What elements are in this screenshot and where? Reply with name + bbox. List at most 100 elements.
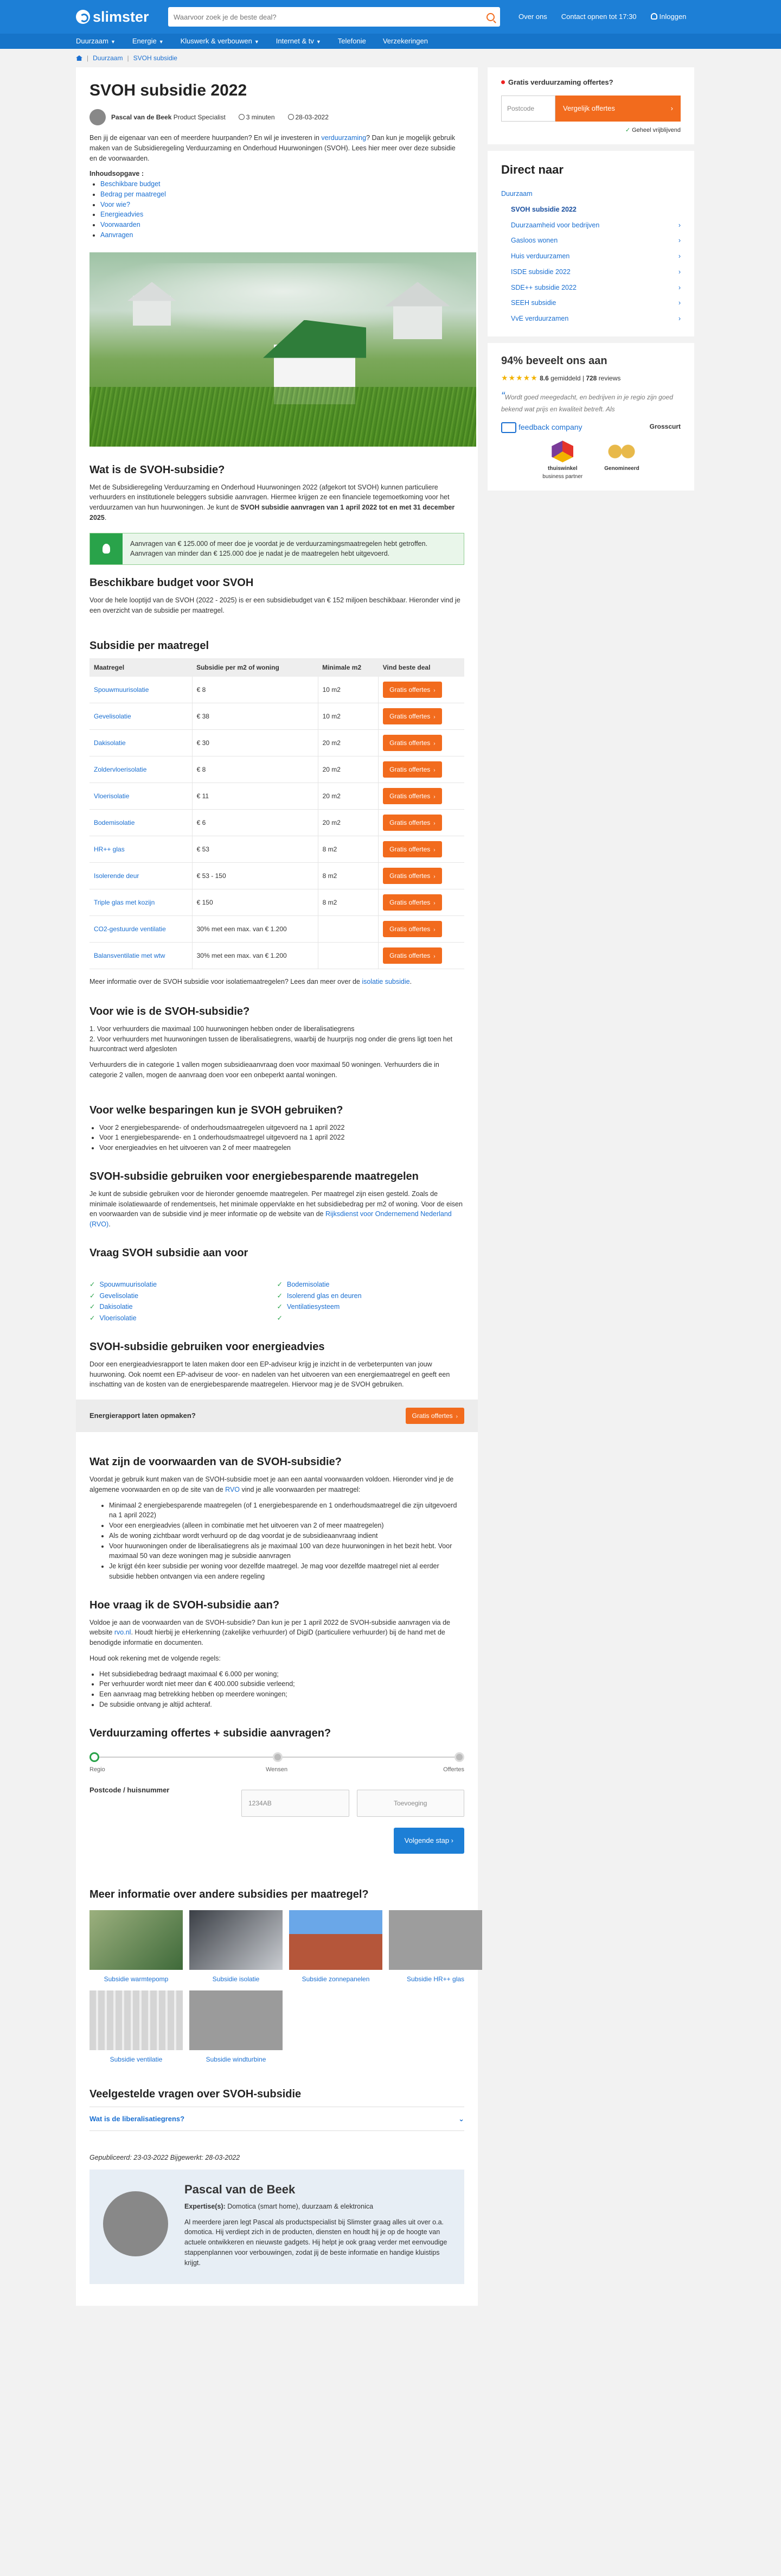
measure-link[interactable]: Gevelisolatie	[94, 713, 131, 720]
measure-link[interactable]: Dakisolatie	[94, 739, 126, 747]
nav-item-internet[interactable]: Internet & tv ▼	[276, 36, 321, 47]
heading-ask: Vraag SVOH subsidie aan voor	[89, 1246, 248, 1259]
toc-item[interactable]: Energieadvies	[100, 209, 464, 220]
compare-button[interactable]: Vergelijk offertes ›	[555, 95, 681, 122]
offers-button[interactable]: Gratis offertes ›	[383, 894, 442, 911]
offers-button[interactable]: Gratis offertes ›	[383, 815, 442, 831]
check-item[interactable]: Vloerisolatie	[99, 1314, 136, 1322]
author-box: Pascal van de Beek Expertise(s): Domotic…	[89, 2169, 464, 2285]
avatar	[89, 109, 106, 125]
rvo-nl-link[interactable]: rvo.nl	[114, 1629, 131, 1636]
check-item[interactable]: Gevelisolatie	[99, 1292, 138, 1300]
offers-button[interactable]: Gratis offertes ›	[383, 681, 442, 698]
direct-item[interactable]: SDE++ subsidie 2022 ›	[501, 280, 681, 296]
heading-use: SVOH-subsidie gebruiken voor energiebesp…	[89, 1170, 419, 1182]
faq-item[interactable]: Wat is de liberalisatiegrens? ⌄	[89, 2106, 464, 2131]
search-box[interactable]	[168, 7, 500, 27]
energy-report-button[interactable]: Gratis offertes ›	[405, 1408, 464, 1424]
subsidy-amount: 30% met een max. van € 1.200	[191, 942, 318, 969]
measure-link[interactable]: Vloerisolatie	[94, 792, 129, 800]
nav-item-verzekeringen[interactable]: Verzekeringen	[383, 36, 428, 47]
logo[interactable]: slimster	[76, 6, 168, 28]
offers-button[interactable]: Gratis offertes ›	[383, 708, 442, 724]
direct-item[interactable]: VvE verduurzamen ›	[501, 311, 681, 327]
subsidy-card[interactable]: Subsidie isolatie	[189, 1910, 283, 1984]
table-row: Zoldervloerisolatie € 8 20 m2 Gratis offert…	[89, 756, 464, 783]
direct-item[interactable]: SEEH subsidie ›	[501, 295, 681, 311]
energy-report-ribbon: Energierapport laten opmaken? Gratis off…	[76, 1400, 478, 1432]
chevron-right-icon: ›	[433, 874, 436, 880]
check-item[interactable]: Dakisolatie	[99, 1303, 132, 1311]
postcode-input[interactable]: Postcode	[501, 95, 555, 122]
feedback-company-logo: feedback company	[501, 422, 582, 434]
offers-button[interactable]: Gratis offertes ›	[383, 947, 442, 964]
subsidy-card[interactable]: Subsidie HR++ glas	[389, 1910, 482, 1984]
nav-item-kluswerk[interactable]: Kluswerk & verbouwen ▼	[181, 36, 259, 47]
heading-who: Voor wie is de SVOH-subsidie?	[89, 1005, 250, 1017]
offers-button[interactable]: Gratis offertes ›	[383, 761, 442, 778]
conditions-list: Minimaal 2 energiebesparende maatregelen…	[109, 1500, 464, 1582]
offers-button[interactable]: Gratis offertes ›	[383, 868, 442, 884]
measure-link[interactable]: Triple glas met kozijn	[94, 899, 155, 906]
chevron-right-icon: ›	[670, 104, 673, 112]
subsidy-table: Maatregel Subsidie per m2 of woning Mini…	[89, 658, 464, 969]
article: SVOH subsidie 2022 Pascal van de Beek Pr…	[76, 67, 482, 2306]
postcode-input[interactable]: 1234AB	[241, 1790, 349, 1817]
min-area: 10 m2	[317, 676, 379, 703]
toc-item[interactable]: Voorwaarden	[100, 220, 464, 230]
search-icon[interactable]	[486, 12, 495, 21]
check-item[interactable]: Spouwmuurisolatie	[99, 1281, 157, 1288]
subsidy-card[interactable]: Subsidie warmtepomp	[89, 1910, 183, 1984]
check-item[interactable]: Bodemisolatie	[287, 1281, 330, 1288]
subsidy-amount: € 38	[191, 703, 318, 730]
check-item[interactable]: Ventilatiesysteem	[287, 1303, 340, 1311]
nav-item-energie[interactable]: Energie ▼	[132, 36, 164, 47]
next-step-button[interactable]: Volgende stap ›	[393, 1828, 464, 1854]
verduurzaming-link[interactable]: verduurzaming	[321, 134, 366, 142]
check-item[interactable]: Isolerend glas en deuren	[287, 1292, 362, 1300]
measure-link[interactable]: Zoldervloerisolatie	[94, 766, 146, 773]
measure-link[interactable]: HR++ glas	[94, 845, 125, 853]
about-link[interactable]: Over ons	[518, 11, 547, 22]
chevron-right-icon: ›	[433, 794, 436, 800]
min-area: 8 m2	[317, 889, 379, 916]
offers-button[interactable]: Gratis offertes ›	[383, 841, 442, 857]
offers-button[interactable]: Gratis offertes ›	[383, 735, 442, 751]
measure-link[interactable]: CO2-gestuurde ventilatie	[94, 925, 166, 933]
toc-item[interactable]: Beschikbare budget	[100, 179, 464, 189]
direct-item[interactable]: Duurzaamheid voor bedrijven ›	[501, 218, 681, 233]
login-link[interactable]: Inloggen	[650, 11, 686, 22]
offers-button[interactable]: Gratis offertes ›	[383, 788, 442, 804]
direct-nav: Direct naar Duurzaam SVOH subsidie 2022 …	[488, 151, 694, 336]
isolatie-subsidie-link[interactable]: isolatie subsidie	[362, 978, 409, 985]
direct-item[interactable]: Huis verduurzamen ›	[501, 249, 681, 264]
measure-link[interactable]: Spouwmuurisolatie	[94, 686, 149, 694]
nav-item-telefonie[interactable]: Telefonie	[338, 36, 366, 47]
measure-link[interactable]: Isolerende deur	[94, 872, 139, 880]
direct-item[interactable]: SVOH subsidie 2022	[501, 202, 681, 218]
toc-item[interactable]: Voor wie?	[100, 200, 464, 210]
rvo-link[interactable]: RVO	[225, 1486, 240, 1493]
toc-item[interactable]: Bedrag per maatregel	[100, 189, 464, 200]
toc: Beschikbare budget Bedrag per maatregel …	[89, 179, 464, 240]
nav-item-duurzaam[interactable]: Duurzaam ▼	[76, 36, 116, 47]
home-icon[interactable]	[76, 55, 82, 61]
chevron-right-icon: ›	[433, 741, 436, 747]
measure-link[interactable]: Bodemisolatie	[94, 819, 135, 826]
grosscurt-logo: Grosscurt	[649, 422, 681, 430]
contact-link[interactable]: Contact opnen tot 17:30	[561, 11, 637, 22]
chevron-right-icon: ›	[433, 953, 436, 959]
breadcrumb-duurzaam[interactable]: Duurzaam	[93, 53, 123, 63]
direct-item[interactable]: Duurzaam	[501, 186, 681, 202]
direct-item[interactable]: Gasloos wonen ›	[501, 233, 681, 249]
measure-link[interactable]: Balansventilatie met wtw	[94, 952, 165, 959]
direct-item[interactable]: ISDE subsidie 2022 ›	[501, 264, 681, 280]
subsidy-card[interactable]: Subsidie zonnepanelen	[289, 1910, 382, 1984]
addition-input[interactable]: Toevoeging	[356, 1790, 464, 1817]
subsidy-card[interactable]: Subsidie windturbine	[189, 1990, 283, 2064]
breadcrumb-current[interactable]: SVOH subsidie	[133, 53, 177, 63]
search-input[interactable]	[174, 12, 486, 21]
toc-item[interactable]: Aanvragen	[100, 230, 464, 240]
subsidy-card[interactable]: Subsidie ventilatie	[89, 1990, 183, 2064]
offers-button[interactable]: Gratis offertes ›	[383, 921, 442, 937]
